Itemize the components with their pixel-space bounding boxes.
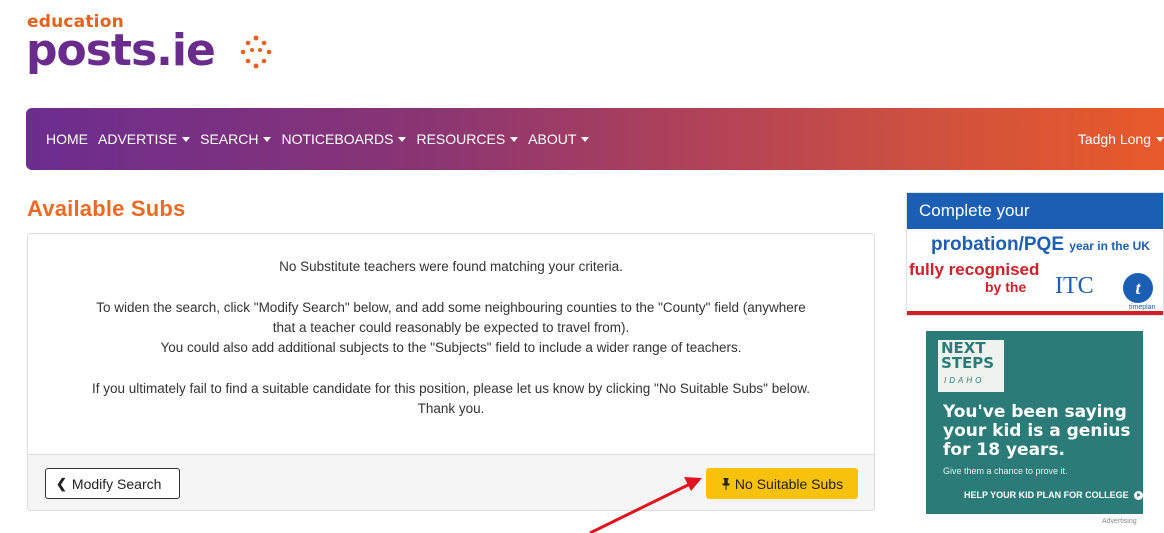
modify-search-label: Modify Search	[71, 475, 162, 492]
nav-item-label: RESOURCES	[416, 131, 506, 147]
results-message: No Substitute teachers were found matchi…	[28, 234, 874, 454]
user-name: Tadgh Long	[1077, 131, 1151, 147]
message-line: Thank you.	[417, 401, 485, 416]
ad-subtext: Give them a chance to prove it.	[943, 466, 1068, 476]
page: education posts.ie HOME ADVERTISE SEARCH…	[0, 0, 1164, 533]
nav-item-label: ADVERTISE	[98, 131, 178, 147]
caret-down-icon	[1156, 136, 1164, 142]
caret-down-icon	[510, 136, 519, 142]
ad-next-steps[interactable]: NEXT STEPS IDAHO You've been saying your …	[906, 323, 1164, 533]
pin-icon	[721, 477, 730, 490]
nav-item-home[interactable]: HOME	[46, 131, 88, 147]
message-line: If you ultimately fail to find a suitabl…	[92, 381, 810, 396]
nav-item-advertise[interactable]: ADVERTISE	[98, 131, 191, 147]
ad-logo-text: NEXT STEPS	[941, 341, 994, 371]
no-suitable-subs-label: No Suitable Subs	[734, 475, 844, 492]
nav-item-noticeboards[interactable]: NOTICEBOARDS	[281, 131, 407, 147]
timeplan-logo-icon: t	[1123, 273, 1153, 303]
ad-itc-text: ITC	[1055, 273, 1094, 299]
message-line: that a teacher could reasonably be expec…	[272, 320, 630, 335]
ad-timeplan[interactable]: Complete your probation/PQE year in the …	[906, 192, 1164, 316]
annotation-arrow-icon	[589, 477, 702, 533]
advertising-label: Advertising	[1102, 518, 1137, 525]
user-menu[interactable]: Tadgh Long	[1078, 108, 1164, 170]
caret-down-icon	[182, 136, 191, 142]
modify-search-button[interactable]: ❮ Modify Search	[45, 468, 180, 499]
ad-cta-link[interactable]: HELP YOUR KID PLAN FOR COLLEGE	[964, 490, 1143, 500]
ad-logo-steps: STEPS	[941, 354, 995, 372]
nav-item-search[interactable]: SEARCH	[200, 131, 272, 147]
message-line: You could also add additional subjects t…	[160, 340, 742, 355]
page-title: Available Subs	[27, 196, 186, 221]
ad-line-small: year in the UK	[1069, 239, 1150, 253]
nav-item-label: NOTICEBOARDS	[281, 131, 394, 147]
play-circle-icon	[1133, 490, 1143, 500]
main-navbar: HOME ADVERTISE SEARCH NOTICEBOARDS RESOU…	[26, 108, 1164, 170]
chevron-left-icon: ❮	[56, 475, 67, 491]
ad-brand: timeplan	[1129, 304, 1156, 311]
ad-cta-label: HELP YOUR KID PLAN FOR COLLEGE	[964, 490, 1129, 500]
ad-headline: You've been saying your kid is a genius …	[943, 402, 1131, 460]
ad-line: probation/PQE year in the UK	[931, 234, 1150, 256]
logo-posts: posts	[26, 25, 157, 76]
caret-down-icon	[263, 136, 272, 142]
nav-item-about[interactable]: ABOUT	[528, 131, 590, 147]
logo-posts-text: posts.ie	[26, 22, 216, 80]
nav-item-label: ABOUT	[528, 131, 577, 147]
message-line: To widen the search, click "Modify Searc…	[96, 300, 806, 315]
nav-item-label: HOME	[46, 131, 88, 147]
ad-logo-idaho: IDAHO	[944, 376, 985, 385]
ad-line-main: probation/PQE	[931, 234, 1064, 255]
logo-dots-icon	[240, 35, 272, 69]
caret-down-icon	[398, 136, 407, 142]
results-card: No Substitute teachers were found matchi…	[27, 233, 875, 511]
no-suitable-subs-button[interactable]: No Suitable Subs	[706, 468, 858, 499]
card-footer: ❮ Modify Search No Suitable Subs	[28, 454, 874, 510]
ad-header: Complete your	[907, 193, 1163, 229]
nav-menu: HOME ADVERTISE SEARCH NOTICEBOARDS RESOU…	[46, 108, 599, 170]
ad-line: fully recognised	[909, 260, 1040, 279]
nav-item-resources[interactable]: RESOURCES	[416, 131, 519, 147]
message-line: No Substitute teachers were found matchi…	[279, 259, 623, 274]
caret-down-icon	[581, 136, 590, 142]
ad-line: by the	[985, 279, 1027, 295]
nav-item-label: SEARCH	[200, 131, 259, 147]
ad-divider	[907, 311, 1163, 315]
site-logo[interactable]: education posts.ie	[26, 12, 286, 76]
logo-ie: .ie	[156, 25, 216, 76]
